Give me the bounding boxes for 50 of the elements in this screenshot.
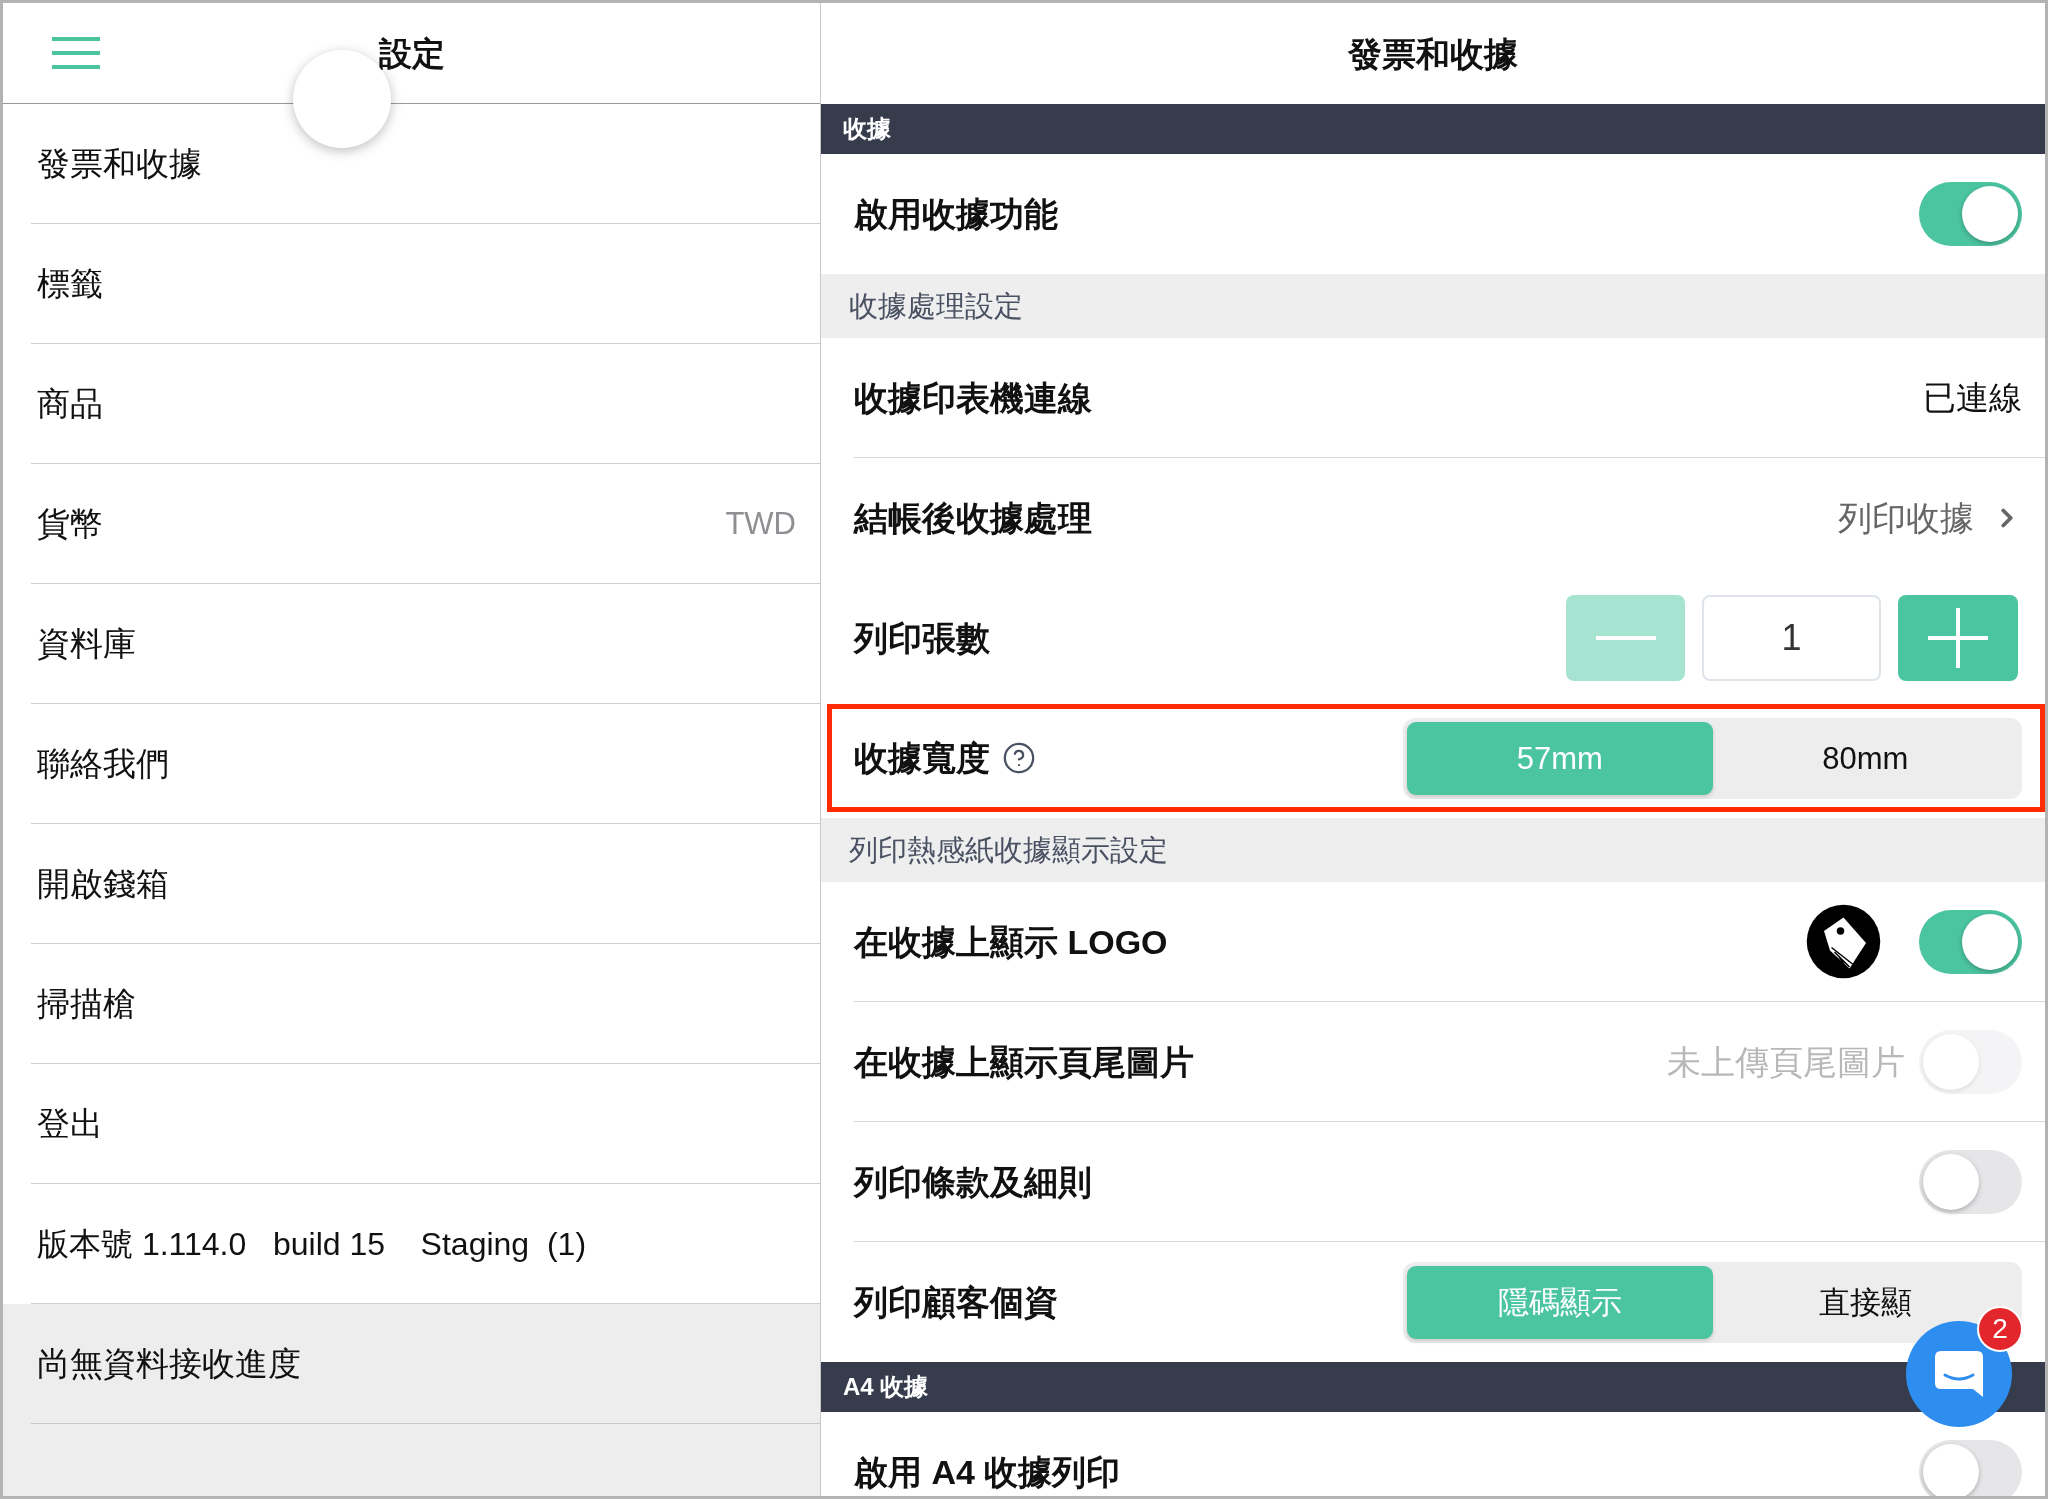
menu-item[interactable]: 聯絡我們 — [31, 704, 820, 824]
menu-item-label: 商品 — [37, 387, 103, 420]
group-title: 收據處理設定 — [849, 291, 1023, 321]
setting-label: 在收據上顯示頁尾圖片 — [854, 1044, 1194, 1079]
menu-item-label: 發票和收據 — [37, 147, 202, 180]
menu-item-label: 標籤 — [37, 267, 103, 300]
setting-label: 結帳後收據處理 — [854, 501, 1092, 535]
menu-item[interactable]: 貨幣 TWD — [31, 464, 820, 584]
menu-item[interactable]: 掃描槍 — [31, 944, 820, 1064]
help-icon[interactable] — [1002, 741, 1036, 775]
menu-item[interactable]: 標籤 — [31, 224, 820, 344]
toggle-switch[interactable] — [1919, 1440, 2022, 1496]
section-title: A4 收據 — [843, 1375, 929, 1399]
minus-icon — [1595, 636, 1656, 640]
panel-title: 發票和收據 — [1348, 36, 1518, 71]
menu-item-value: TWD — [725, 508, 796, 539]
setting-label: 在收據上顯示 LOGO — [854, 924, 1168, 959]
setting-note: 未上傳頁尾圖片 — [1667, 1044, 1905, 1079]
setting-label: 列印張數 — [854, 621, 990, 655]
menu-item-label: 貨幣 — [37, 507, 103, 540]
segment-option[interactable]: 80mm — [1822, 742, 1909, 774]
segment-option[interactable]: 直接顯 — [1818, 1286, 1912, 1318]
chat-bubble-icon — [1933, 1349, 1985, 1399]
quantity-field[interactable]: 1 — [1702, 595, 1881, 681]
menu-button[interactable] — [52, 37, 100, 69]
setting-link[interactable]: 列印收據 — [1838, 500, 2022, 536]
menu-item-label: 資料庫 — [37, 627, 136, 660]
panel-title: 設定 — [378, 36, 445, 70]
setting-label: 啟用 A4 收據列印 — [854, 1455, 1121, 1489]
menu-item-label: 開啟錢箱 — [37, 867, 169, 900]
setting-label: 收據寬度 — [854, 741, 990, 775]
increment-button[interactable] — [1898, 595, 2018, 681]
menu-item[interactable]: 商品 — [31, 344, 820, 464]
setting-label: 列印顧客個資 — [854, 1285, 1058, 1319]
menu-item-label: 聯絡我們 — [37, 747, 169, 780]
sync-status-text: 尚無資料接收進度 — [37, 1347, 301, 1380]
setting-label: 收據印表機連線 — [854, 380, 1092, 415]
setting-label: 啟用收據功能 — [854, 197, 1058, 231]
section-title: 收據 — [843, 117, 891, 141]
version-info: 版本號 1.114.0 build 15 Staging (1) — [37, 1227, 587, 1260]
menu-item[interactable]: 登出 — [31, 1064, 820, 1184]
group-title: 列印熱感紙收據顯示設定 — [849, 835, 1168, 865]
menu-item[interactable]: 開啟錢箱 — [31, 824, 820, 944]
plus-icon — [1928, 608, 1988, 668]
menu-item-label: 掃描槍 — [37, 987, 136, 1020]
menu-item-label: 登出 — [37, 1107, 103, 1140]
menu-icon — [52, 37, 100, 69]
setting-label: 列印條款及細則 — [854, 1164, 1092, 1199]
setting-value: 已連線 — [1923, 381, 2022, 414]
menu-item[interactable]: 資料庫 — [31, 584, 820, 704]
